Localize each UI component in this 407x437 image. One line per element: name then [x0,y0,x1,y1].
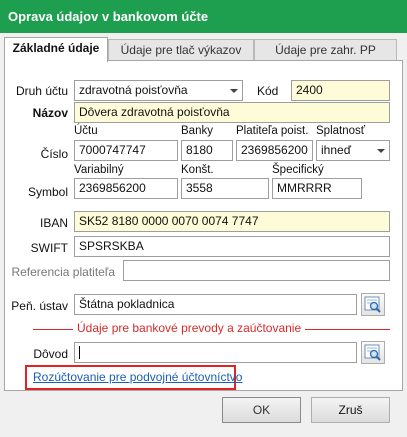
symbol-label: Symbol [27,185,68,199]
lookup-list-icon [364,344,381,361]
constant-symbol-header: Konšt. [181,164,214,176]
chevron-down-icon [230,89,238,93]
cancel-button[interactable]: Zruš [311,397,390,423]
payer-reference-label: Referencia platiteľa [11,265,115,279]
code-input[interactable]: 2400 [291,80,390,101]
bank-code-input[interactable]: 8180 [181,140,233,161]
chevron-down-icon [377,149,385,153]
reason-label: Dôvod [33,347,68,361]
variable-symbol-input[interactable]: 2369856200 [74,178,178,199]
specific-symbol-header: Špecifický [272,164,324,176]
bank-lookup-button[interactable] [361,293,385,316]
due-select[interactable]: ihneď [316,140,390,161]
number-label: Číslo [40,147,68,161]
ok-button[interactable]: OK [222,397,301,423]
name-label: Názov [32,106,68,120]
form-panel: Druh účtu zdravotná poisťovňa Kód 2400 N… [4,60,403,391]
bank-institution-input[interactable]: Štátna pokladnica [74,294,357,315]
tab-foreign-payments[interactable]: Údaje pre zahr. PP [254,39,397,61]
due-value: ihneď [321,143,352,157]
reason-lookup-button[interactable] [361,341,385,364]
payer-number-input[interactable]: 2369856200 [236,140,313,161]
account-type-select[interactable]: zdravotná poisťovňa [74,80,243,101]
iban-input[interactable]: SK52 8180 0000 0070 0074 7747 [74,211,390,232]
text-caret [79,346,80,359]
payer-number-header: Platiteľa poist. [236,125,309,137]
bank-institution-label: Peň. ústav [11,299,68,313]
tab-basic-info[interactable]: Základné údaje [4,37,108,62]
lookup-list-icon [364,296,381,313]
swift-label: SWIFT [30,241,68,255]
iban-label: IBAN [39,216,68,230]
account-type-label: Druh účtu [15,84,68,98]
variable-symbol-header: Variabilný [74,164,124,176]
double-entry-allocation-link[interactable]: Rozúčtovanie pre podvojné účtovníctvo [33,370,242,384]
account-number-input[interactable]: 7000747747 [74,140,178,161]
account-type-value: zdravotná poisťovňa [79,83,188,97]
section-title: Údaje pre bankové prevody a zaúčtovanie [73,321,306,335]
account-number-header: Účtu [74,125,98,137]
payer-reference-input[interactable] [123,260,390,281]
name-input[interactable]: Dôvera zdravotná poisťovňa [74,102,390,123]
swift-input[interactable]: SPSRSKBA [74,236,390,257]
due-header: Splatnosť [316,125,366,137]
code-label: Kód [257,84,279,98]
specific-symbol-input[interactable]: MMRRRR [272,178,362,199]
reason-input[interactable] [74,342,357,363]
tab-strip: Základné údaje Údaje pre tlač výkazov Úd… [0,37,407,62]
bank-code-header: Banky [181,125,213,137]
constant-symbol-input[interactable]: 3558 [181,178,269,199]
window-title: Oprava údajov v bankovom účte [0,0,407,33]
tab-print-reports[interactable]: Údaje pre tlač výkazov [108,39,254,61]
